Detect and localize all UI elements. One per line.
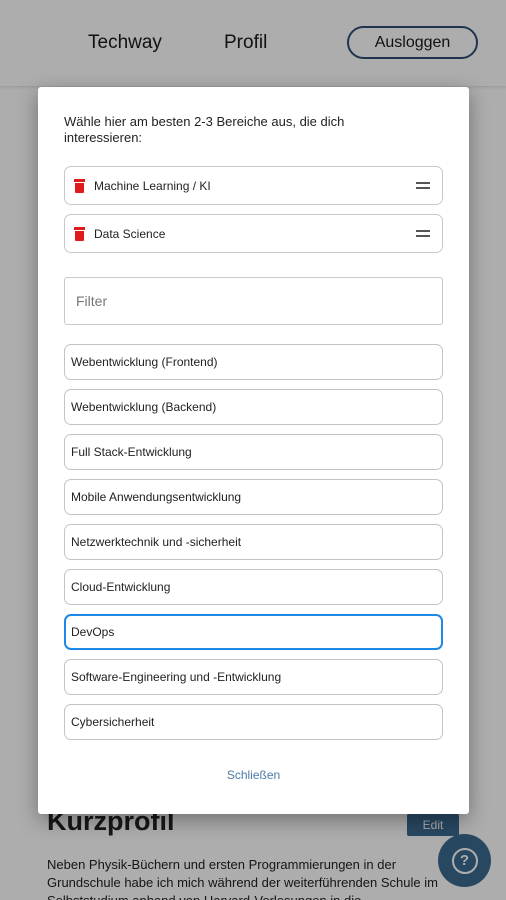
option-item[interactable]: Mobile Anwendungsentwicklung bbox=[64, 479, 443, 515]
option-item-focused[interactable]: DevOps bbox=[64, 614, 443, 650]
selected-item-label: Machine Learning / KI bbox=[94, 178, 211, 193]
trash-icon[interactable] bbox=[74, 226, 85, 241]
trash-icon[interactable] bbox=[74, 178, 85, 193]
selected-item[interactable]: Data Science bbox=[64, 214, 443, 253]
option-item[interactable]: Netzwerktechnik und -sicherheit bbox=[64, 524, 443, 560]
interest-dialog: Wähle hier am besten 2-3 Bereiche aus, d… bbox=[38, 87, 469, 814]
option-item[interactable]: Cloud-Entwicklung bbox=[64, 569, 443, 605]
dialog-intro-text: Wähle hier am besten 2-3 Bereiche aus, d… bbox=[64, 114, 345, 145]
option-item[interactable]: Software-Engineering und -Entwicklung bbox=[64, 659, 443, 695]
selected-item[interactable]: Machine Learning / KI bbox=[64, 166, 443, 205]
selected-item-label: Data Science bbox=[94, 226, 166, 241]
drag-handle-icon[interactable] bbox=[416, 182, 430, 189]
option-item[interactable]: Webentwicklung (Backend) bbox=[64, 389, 443, 425]
option-item[interactable]: Full Stack-Entwicklung bbox=[64, 434, 443, 470]
close-button[interactable]: Schließen bbox=[38, 768, 469, 782]
option-item[interactable]: Webentwicklung (Frontend) bbox=[64, 344, 443, 380]
option-item[interactable]: Cybersicherheit bbox=[64, 704, 443, 740]
filter-input[interactable] bbox=[64, 277, 443, 325]
drag-handle-icon[interactable] bbox=[416, 230, 430, 237]
